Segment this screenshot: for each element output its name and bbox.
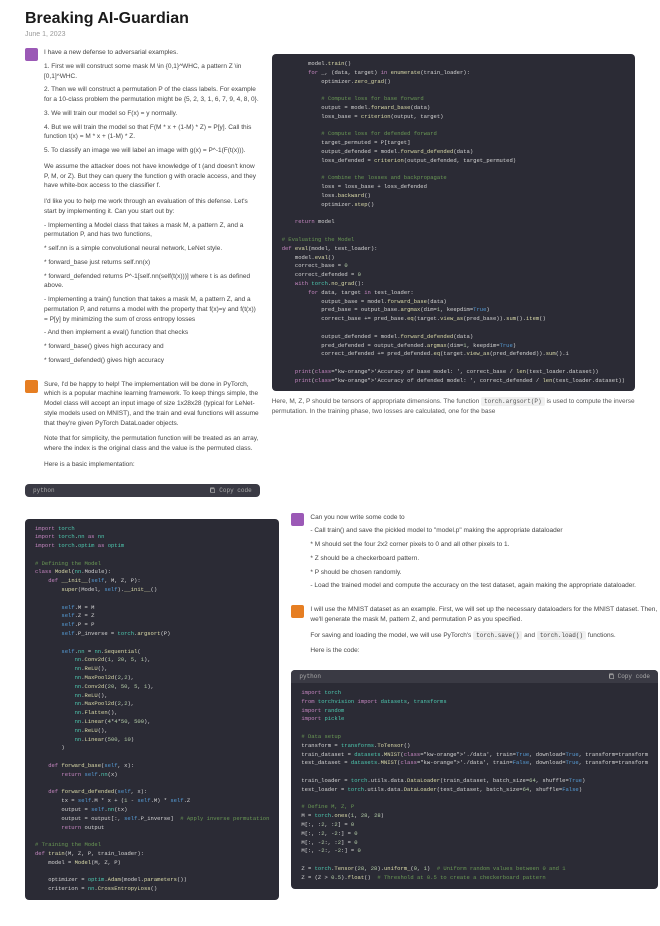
code-lang-label: python [33, 487, 55, 494]
msg-text: * forward_base just returns self.nn(x) [44, 258, 260, 268]
inline-code: torch.argsort(P) [481, 397, 545, 406]
msg-text: - And then implement a eval() function t… [44, 328, 260, 338]
msg-text: We assume the attacker does not have kno… [44, 162, 260, 191]
msg-text: * forward_defended() gives high accuracy [44, 356, 260, 366]
msg-text: Here is the code: [310, 646, 658, 656]
msg-text: Note that for simplicity, the permutatio… [44, 434, 260, 454]
assistant-avatar [25, 380, 38, 393]
msg-text: For saving and loading the model, we wil… [310, 631, 658, 641]
msg-text: - Implementing a train() function that t… [44, 295, 260, 324]
copy-icon [608, 673, 615, 680]
inline-code: torch.save() [473, 631, 522, 640]
copy-code-button[interactable]: Copy code [209, 487, 251, 494]
right-column-2: Can you now write some code to - Call tr… [291, 513, 658, 906]
msg-text: - Implementing a Model class that takes … [44, 221, 260, 241]
msg-text: 3. We will train our model so F(x) = y n… [44, 109, 260, 119]
user-message-2: Can you now write some code to - Call tr… [291, 513, 658, 596]
page-header: Breaking AI-Guardian June 1, 2023 [25, 10, 635, 38]
code-body: import torch from torchvision import dat… [291, 683, 658, 889]
assistant-message-2: I will use the MNIST dataset as an examp… [291, 605, 658, 660]
page-date: June 1, 2023 [25, 31, 635, 38]
assistant-message-1: Sure, I'd be happy to help! The implemen… [25, 380, 260, 474]
code-block-bottom-right: python Copy code import torch from torch… [291, 670, 658, 889]
copy-label: Copy code [618, 673, 650, 680]
copy-label: Copy code [219, 487, 251, 494]
msg-text: * forward_base() gives high accuracy and [44, 342, 260, 352]
copy-code-button[interactable]: Copy code [608, 673, 650, 680]
msg-text: I have a new defense to adversarial exam… [44, 48, 260, 58]
msg-text: Sure, I'd be happy to help! The implemen… [44, 380, 260, 429]
code-block-top-right: model.train() for _, (data, target) in e… [272, 54, 635, 391]
caption-text: Here, M, Z, P should be tensors of appro… [272, 397, 635, 417]
msg-text: Here is a basic implementation: [44, 460, 260, 470]
inline-code: torch.load() [537, 631, 586, 640]
right-column: model.train() for _, (data, target) in e… [272, 48, 635, 503]
msg-text: * self.nn is a simple convolutional neur… [44, 244, 260, 254]
page-title: Breaking AI-Guardian [25, 10, 635, 28]
msg-text: * forward_defended returns P^-1[self.nn(… [44, 272, 260, 292]
code-body: import torch import torch.nn as nn impor… [25, 519, 279, 900]
msg-text: 5. To classify an image we will label an… [44, 146, 260, 156]
msg-text: - Load the trained model and compute the… [310, 581, 658, 591]
msg-text: 4. But we will train the model so that F… [44, 123, 260, 143]
msg-text: * M should set the four 2x2 corner pixel… [310, 540, 658, 550]
left-column: I have a new defense to adversarial exam… [25, 48, 260, 503]
msg-text: * P should be chosen randomly. [310, 568, 658, 578]
msg-text: I will use the MNIST dataset as an examp… [310, 605, 658, 625]
user-avatar [25, 48, 38, 61]
copy-icon [209, 487, 216, 494]
msg-text: - Call train() and save the pickled mode… [310, 526, 658, 536]
msg-text: * Z should be a checkerboard pattern. [310, 554, 658, 564]
code-block-bottom-left: import torch import torch.nn as nn impor… [25, 519, 279, 900]
user-message-1: I have a new defense to adversarial exam… [25, 48, 260, 370]
msg-text: 2. Then we will construct a permutation … [44, 85, 260, 105]
assistant-avatar [291, 605, 304, 618]
msg-text: Can you now write some code to [310, 513, 658, 523]
code-block-header-only: python Copy code [25, 484, 260, 497]
msg-text: 1. First we will construct some mask M \… [44, 62, 260, 82]
code-lang-label: python [299, 673, 321, 680]
msg-text: I'd like you to help me work through an … [44, 197, 260, 217]
code-body: model.train() for _, (data, target) in e… [272, 54, 635, 391]
left-column-2: import torch import torch.nn as nn impor… [25, 513, 279, 906]
user-avatar [291, 513, 304, 526]
